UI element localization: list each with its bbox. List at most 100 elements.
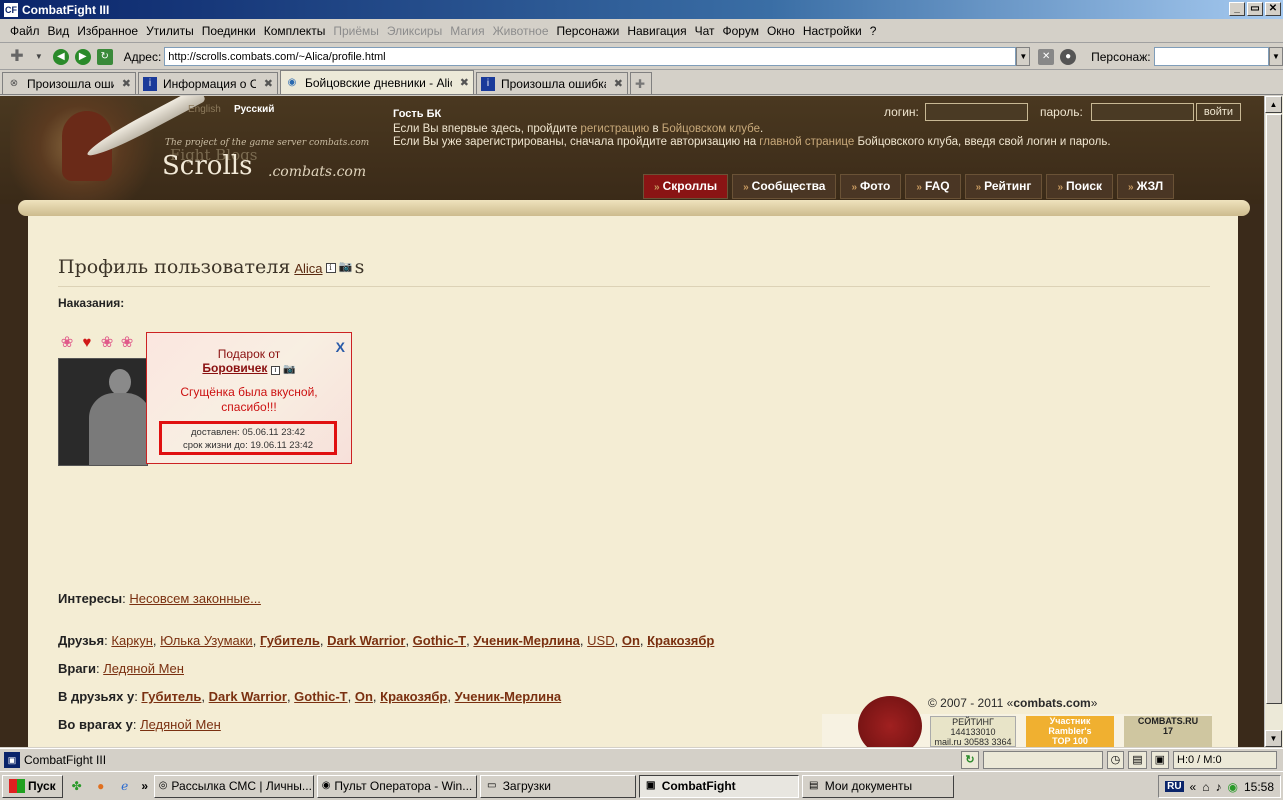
persona-dropdown-button[interactable]: ▼ <box>1269 47 1283 66</box>
network-icon[interactable]: ⌂ <box>1202 780 1209 794</box>
mailru-rating-badge[interactable]: РЕЙТИНГ 144133010 mail.ru 30583 3364 <box>930 716 1016 747</box>
login-button[interactable]: войти <box>1196 103 1241 121</box>
menu-item[interactable]: Поединки <box>198 24 260 38</box>
user-link[interactable]: USD <box>587 633 614 648</box>
menu-item[interactable]: Файл <box>6 24 44 38</box>
forward-icon[interactable]: ▶ <box>74 48 91 65</box>
menu-item[interactable]: Навигация <box>623 24 690 38</box>
lang-english-link[interactable]: English <box>188 104 221 115</box>
user-link[interactable]: Каркун <box>111 633 153 648</box>
site-nav-tab[interactable]: » Скроллы <box>643 174 729 199</box>
firefox-icon[interactable]: ● <box>91 776 111 796</box>
scroll-thumb[interactable] <box>1266 114 1282 704</box>
menu-item[interactable]: Окно <box>763 24 799 38</box>
heart-gift-icon[interactable]: ♥ <box>78 334 96 352</box>
info-icon[interactable]: i <box>325 263 336 273</box>
combats-link[interactable]: combats.com <box>1013 696 1090 710</box>
menu-item[interactable]: Вид <box>44 24 74 38</box>
new-tab-button[interactable]: ✚ <box>630 72 652 94</box>
user-link[interactable]: Gothic-T <box>294 689 347 704</box>
menu-item[interactable]: Комплекты <box>260 24 330 38</box>
users-icon[interactable]: ● <box>1060 48 1077 65</box>
menu-item[interactable]: Утилиты <box>142 24 198 38</box>
flower-gift-icon[interactable]: ❀ <box>58 334 76 352</box>
flower-gift-icon[interactable]: ❀ <box>98 334 116 352</box>
pin-icon[interactable]: ✚ <box>9 48 25 65</box>
document-icon[interactable]: ▤ <box>1128 751 1147 769</box>
back-icon[interactable]: ◀ <box>52 48 69 65</box>
login-input[interactable] <box>925 103 1028 121</box>
password-input[interactable] <box>1091 103 1194 121</box>
browser-tab[interactable]: ⊗ Произошла ошибка ✖ <box>2 72 136 94</box>
menu-item[interactable]: Настройки <box>799 24 866 38</box>
browser-tab[interactable]: i Произошла ошибка ✖ <box>476 72 628 94</box>
user-link[interactable]: Dark Warrior <box>327 633 405 648</box>
start-button[interactable]: Пуск <box>2 774 63 798</box>
fight-club-link[interactable]: Бойцовском клубе <box>662 123 760 135</box>
user-link[interactable]: Ледяной Мен <box>103 661 184 676</box>
menu-item[interactable]: Магия <box>446 24 488 38</box>
user-link[interactable]: On <box>355 689 373 704</box>
antivirus-icon[interactable]: ◉ <box>1227 780 1237 794</box>
refresh-status-icon[interactable]: ↻ <box>961 751 979 769</box>
speaker-icon[interactable]: ♪ <box>1215 780 1221 794</box>
site-nav-tab[interactable]: » Сообщества <box>732 174 837 199</box>
interests-link[interactable]: Несовсем законные... <box>129 591 261 606</box>
combats-counter-badge[interactable]: COMBATS.RU 17 <box>1124 716 1212 747</box>
quicklaunch-more-button[interactable]: » <box>139 776 151 796</box>
address-dropdown-button[interactable]: ▼ <box>1016 47 1031 66</box>
minimize-button[interactable]: _ <box>1229 2 1245 16</box>
tab-close-icon[interactable]: ✖ <box>264 77 273 90</box>
user-link[interactable]: Юлька Узумаки <box>160 633 253 648</box>
menu-item[interactable]: Чат <box>691 24 719 38</box>
taskbar-task[interactable]: ▣ CombatFight <box>638 774 799 798</box>
maximize-button[interactable]: ▭ <box>1247 2 1263 16</box>
window-icon[interactable]: ▣ <box>1150 751 1169 769</box>
user-link[interactable]: Ученик-Мерлина <box>455 689 562 704</box>
rambler-top100-badge[interactable]: Участник Rambler's TOP 100 <box>1026 716 1114 747</box>
user-link[interactable]: Ученик-Мерлина <box>473 633 580 648</box>
camera-icon[interactable]: 📷 <box>339 261 353 273</box>
site-nav-tab[interactable]: » Поиск <box>1046 174 1114 199</box>
close-button[interactable]: ✕ <box>1265 2 1281 16</box>
site-nav-tab[interactable]: » ЖЗЛ <box>1117 174 1175 199</box>
scroll-up-button[interactable]: ▲ <box>1265 96 1282 113</box>
clover-icon[interactable]: ✤ <box>67 776 87 796</box>
taskbar-task[interactable]: ◉ Пульт Оператора - Win... <box>316 774 477 798</box>
taskbar-task[interactable]: ▤ Мои документы <box>801 774 954 798</box>
brand-logo[interactable]: Scrolls <box>162 151 252 181</box>
gift-close-button[interactable]: X <box>336 339 345 355</box>
flower-gift-icon[interactable]: ❀ <box>118 334 136 352</box>
vertical-scrollbar[interactable]: ▲ ▼ <box>1264 96 1283 747</box>
tab-close-icon[interactable]: ✖ <box>614 77 623 90</box>
site-nav-tab[interactable]: » FAQ <box>905 174 961 199</box>
site-nav-tab[interactable]: » Фото <box>840 174 902 199</box>
menu-item[interactable]: Приёмы <box>329 24 383 38</box>
taskbar-task[interactable]: ▭ Загрузки <box>479 774 636 798</box>
dropdown-arrow-icon[interactable]: ▼ <box>31 49 47 65</box>
scroll-down-button[interactable]: ▼ <box>1265 730 1282 747</box>
user-link[interactable]: Dark Warrior <box>209 689 287 704</box>
user-link[interactable]: Губитель <box>141 689 201 704</box>
tray-expand-button[interactable]: « <box>1190 780 1197 794</box>
user-link[interactable]: Ледяной Мен <box>140 717 221 732</box>
menu-item[interactable]: Эликсиры <box>383 24 446 38</box>
browser-tab[interactable]: ◉ Бойцовские дневники - Alica ✖ <box>280 70 474 94</box>
menu-item[interactable]: ? <box>866 24 881 38</box>
user-link[interactable]: Губитель <box>260 633 320 648</box>
user-link[interactable]: Кракозябр <box>380 689 447 704</box>
tab-close-icon[interactable]: ✖ <box>122 77 131 90</box>
user-link[interactable]: Кракозябр <box>647 633 714 648</box>
info-icon[interactable]: i <box>270 366 280 375</box>
registration-link[interactable]: регистрацию <box>580 123 649 135</box>
user-link[interactable]: On <box>622 633 640 648</box>
camera-icon[interactable]: 📷 <box>283 364 295 375</box>
tab-close-icon[interactable]: ✖ <box>460 76 469 89</box>
refresh-icon[interactable]: ↻ <box>96 48 113 65</box>
menu-item[interactable]: Персонажи <box>553 24 624 38</box>
browser-tab[interactable]: i Информация о On ✖ <box>138 72 278 94</box>
stop-icon[interactable]: ✕ <box>1038 48 1055 65</box>
taskbar-task[interactable]: ◎ Рассылка СМС | Личны... <box>153 774 314 798</box>
clock-icon[interactable]: ◷ <box>1106 751 1125 769</box>
gift-sender-link[interactable]: Боровичек <box>202 361 267 375</box>
